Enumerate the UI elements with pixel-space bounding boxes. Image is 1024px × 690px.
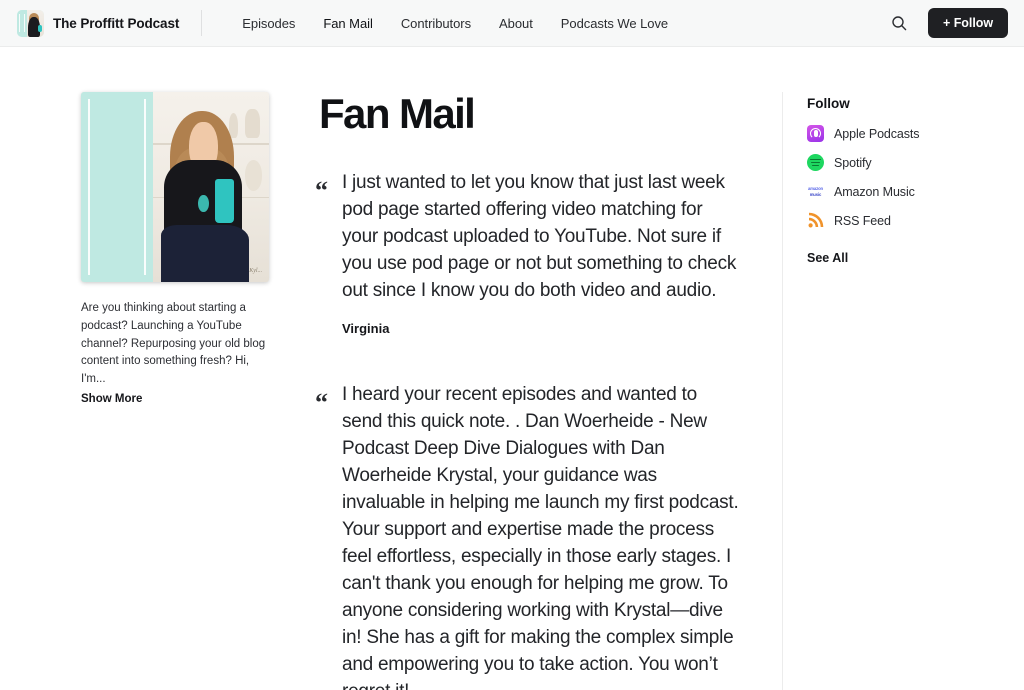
follow-item-amazon-music[interactable]: amazon music Amazon Music <box>807 183 1024 200</box>
follow-item-label: Spotify <box>834 155 872 170</box>
follow-button[interactable]: + Follow <box>928 8 1008 38</box>
follow-item-spotify[interactable]: Spotify <box>807 154 1024 171</box>
follow-item-rss-feed[interactable]: RSS Feed <box>807 212 1024 229</box>
nav-item-fan-mail[interactable]: Fan Mail <box>309 1 386 46</box>
nav-item-episodes[interactable]: Episodes <box>228 1 309 46</box>
follow-platform-list: Apple Podcasts Spotify amazon music Amaz… <box>807 125 1024 229</box>
amazon-wordmark-line2: music <box>809 191 822 197</box>
fan-mail-entry: “ I heard your recent episodes and wante… <box>315 382 742 690</box>
main-nav: Episodes Fan Mail Contributors About Pod… <box>228 1 682 46</box>
site-header: The Proffitt Podcast Episodes Fan Mail C… <box>0 0 1024 47</box>
nav-item-podcasts-we-love[interactable]: Podcasts We Love <box>547 1 682 46</box>
quote-mark-icon: “ <box>315 387 328 417</box>
cover-accent-panel <box>81 92 154 282</box>
follow-item-label: Apple Podcasts <box>834 126 920 141</box>
header-divider <box>201 10 203 36</box>
nav-item-contributors[interactable]: Contributors <box>387 1 485 46</box>
amazon-wordmark-line1: amazon <box>808 186 823 192</box>
page-title: Fan Mail <box>319 90 476 137</box>
header-actions: + Follow <box>888 8 1008 38</box>
amazon-music-icon: amazon music <box>807 183 824 200</box>
cover-signature: Kyl... <box>249 268 263 275</box>
follow-item-label: Amazon Music <box>834 184 915 199</box>
follow-item-label: RSS Feed <box>834 213 891 228</box>
show-more-link[interactable]: Show More <box>81 393 237 405</box>
page-body: THE PROFFITT PODCAST Kyl... Are you thin… <box>0 47 1024 690</box>
see-all-link[interactable]: See All <box>807 251 1024 265</box>
nav-item-about[interactable]: About <box>485 1 547 46</box>
follow-sidebar: Follow Apple Podcasts Spotify amazon mus… <box>782 92 1024 690</box>
podcast-cover-thumbnail-icon <box>17 9 44 37</box>
fan-mail-entry: “ I just wanted to let you know that jus… <box>315 170 742 336</box>
quote-text: I heard your recent episodes and wanted … <box>342 383 739 690</box>
spotify-icon <box>807 154 824 171</box>
left-sidebar: THE PROFFITT PODCAST Kyl... Are you thin… <box>0 92 269 690</box>
apple-podcasts-icon <box>807 125 824 142</box>
follow-heading: Follow <box>807 96 850 111</box>
quote-author: Virginia <box>342 320 390 336</box>
follow-item-apple-podcasts[interactable]: Apple Podcasts <box>807 125 1024 142</box>
quote-mark-icon: “ <box>315 176 328 206</box>
podcast-cover-art[interactable]: THE PROFFITT PODCAST Kyl... <box>81 92 269 282</box>
main-content: Fan Mail “ I just wanted to let you know… <box>237 90 782 690</box>
quote-text: I just wanted to let you know that just … <box>342 172 737 301</box>
search-icon[interactable] <box>888 12 910 34</box>
cover-photo: Kyl... <box>153 92 269 282</box>
brand-title: The Proffitt Podcast <box>53 15 180 31</box>
rss-feed-icon <box>807 212 824 229</box>
brand[interactable]: The Proffitt Podcast <box>17 9 180 37</box>
